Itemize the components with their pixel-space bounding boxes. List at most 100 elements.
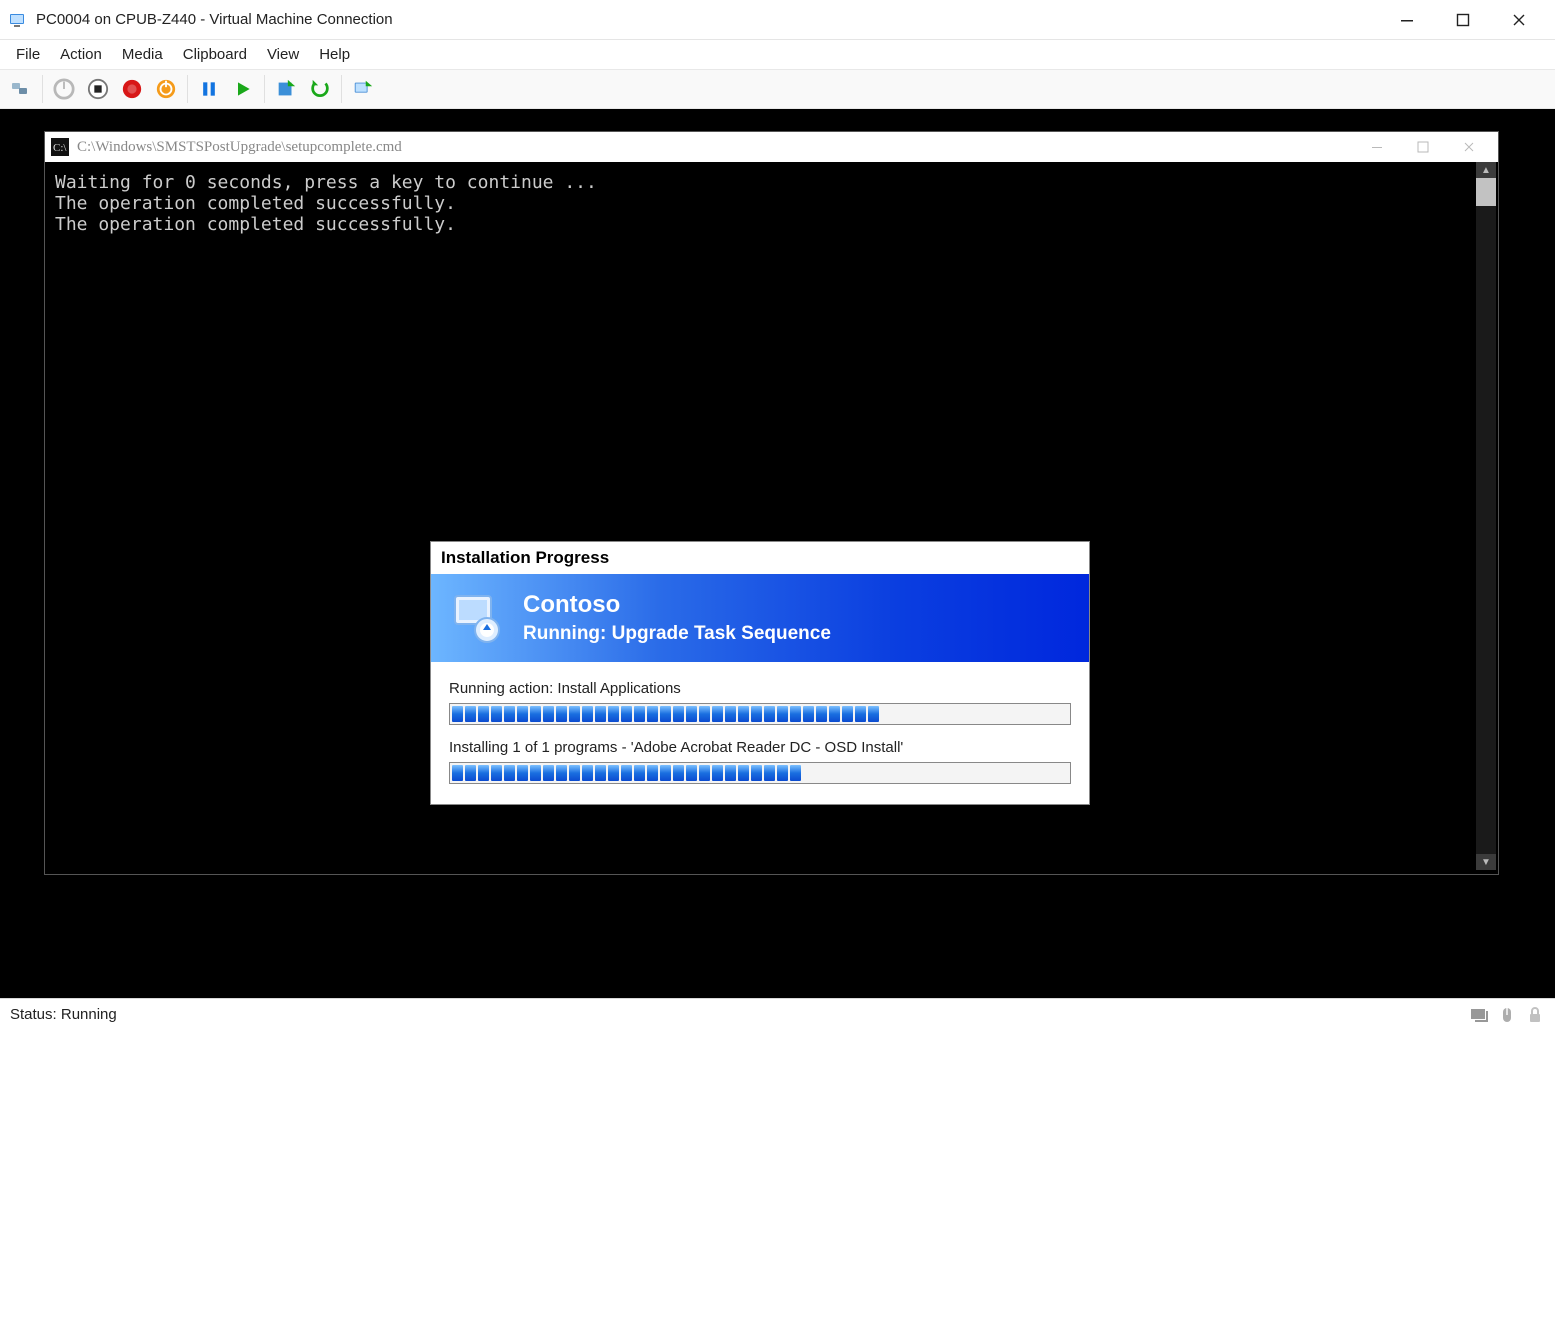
progress-segment bbox=[855, 706, 866, 722]
progress-segment bbox=[621, 765, 632, 781]
toolbar bbox=[0, 69, 1555, 109]
cmd-scroll-track[interactable] bbox=[1476, 178, 1496, 854]
progress-segment bbox=[582, 706, 593, 722]
install-dialog-title: Installation Progress bbox=[431, 542, 1089, 574]
turn-off-button[interactable] bbox=[49, 74, 79, 104]
cmd-line: The operation completed successfully. bbox=[55, 193, 456, 214]
progress-segment bbox=[816, 706, 827, 722]
enhanced-session-button[interactable] bbox=[348, 74, 378, 104]
progress-segment bbox=[842, 706, 853, 722]
progress-segment bbox=[699, 706, 710, 722]
install-banner-icon bbox=[447, 588, 507, 648]
vm-display[interactable]: C:\ C:\Windows\SMSTSPostUpgrade\setupcom… bbox=[0, 109, 1555, 998]
menu-help[interactable]: Help bbox=[311, 44, 358, 65]
minimize-button[interactable] bbox=[1379, 0, 1435, 40]
cmd-titlebar[interactable]: C:\ C:\Windows\SMSTSPostUpgrade\setupcom… bbox=[45, 132, 1498, 162]
progress-segment bbox=[556, 706, 567, 722]
progress-segment bbox=[530, 706, 541, 722]
progress-segment bbox=[725, 706, 736, 722]
progress-segment bbox=[608, 765, 619, 781]
progress-segment bbox=[582, 765, 593, 781]
pause-button[interactable] bbox=[194, 74, 224, 104]
cmd-close-button[interactable] bbox=[1446, 132, 1492, 162]
progress-segment bbox=[569, 765, 580, 781]
cmd-minimize-button[interactable] bbox=[1354, 132, 1400, 162]
progress-segment bbox=[543, 706, 554, 722]
progress-segment bbox=[634, 706, 645, 722]
checkpoint-button[interactable] bbox=[271, 74, 301, 104]
progress-segment bbox=[660, 706, 671, 722]
cmd-scroll-thumb[interactable] bbox=[1476, 178, 1496, 206]
progress-segment bbox=[517, 706, 528, 722]
progress-segment bbox=[738, 765, 749, 781]
progress-segment bbox=[569, 706, 580, 722]
progress-segment bbox=[517, 765, 528, 781]
close-button[interactable] bbox=[1491, 0, 1547, 40]
menu-view[interactable]: View bbox=[259, 44, 307, 65]
progress-segment bbox=[712, 765, 723, 781]
install-sub-progress bbox=[449, 762, 1071, 784]
progress-segment bbox=[478, 765, 489, 781]
progress-segment bbox=[738, 706, 749, 722]
save-button[interactable] bbox=[117, 74, 147, 104]
progress-segment bbox=[504, 765, 515, 781]
scroll-up-arrow-icon[interactable]: ▲ bbox=[1476, 162, 1496, 178]
progress-segment bbox=[647, 765, 658, 781]
progress-segment bbox=[478, 706, 489, 722]
install-action-label: Running action: Install Applications bbox=[449, 680, 1071, 697]
progress-segment bbox=[504, 706, 515, 722]
progress-segment bbox=[647, 706, 658, 722]
maximize-button[interactable] bbox=[1435, 0, 1491, 40]
ctrl-alt-del-button[interactable] bbox=[6, 74, 36, 104]
progress-segment bbox=[829, 706, 840, 722]
progress-segment bbox=[686, 765, 697, 781]
progress-segment bbox=[790, 765, 801, 781]
install-action-progress bbox=[449, 703, 1071, 725]
progress-segment bbox=[556, 765, 567, 781]
menu-action[interactable]: Action bbox=[52, 44, 110, 65]
progress-segment bbox=[764, 706, 775, 722]
status-text: Status: Running bbox=[10, 1006, 1469, 1023]
install-dialog-banner: Contoso Running: Upgrade Task Sequence bbox=[431, 574, 1089, 662]
shut-down-button[interactable] bbox=[83, 74, 113, 104]
progress-segment bbox=[634, 765, 645, 781]
progress-segment bbox=[621, 706, 632, 722]
progress-segment bbox=[868, 706, 879, 722]
progress-segment bbox=[491, 706, 502, 722]
start-button[interactable] bbox=[228, 74, 258, 104]
cmd-scrollbar[interactable]: ▲ ▼ bbox=[1476, 162, 1496, 870]
display-config-icon[interactable] bbox=[1469, 1005, 1489, 1025]
progress-segment bbox=[530, 765, 541, 781]
progress-segment bbox=[452, 765, 463, 781]
progress-segment bbox=[608, 706, 619, 722]
progress-segment bbox=[777, 765, 788, 781]
cmd-icon: C:\ bbox=[51, 138, 69, 156]
titlebar: PC0004 on CPUB-Z440 - Virtual Machine Co… bbox=[0, 0, 1555, 40]
window-controls bbox=[1379, 0, 1547, 40]
svg-text:C:\: C:\ bbox=[53, 142, 67, 154]
progress-segment bbox=[452, 706, 463, 722]
progress-segment bbox=[491, 765, 502, 781]
cmd-line: The operation completed successfully. bbox=[55, 214, 456, 235]
progress-segment bbox=[673, 765, 684, 781]
progress-segment bbox=[777, 706, 788, 722]
progress-segment bbox=[725, 765, 736, 781]
menubar: File Action Media Clipboard View Help bbox=[0, 40, 1555, 69]
progress-segment bbox=[673, 706, 684, 722]
app-icon bbox=[8, 10, 28, 30]
progress-segment bbox=[751, 706, 762, 722]
cmd-maximize-button[interactable] bbox=[1400, 132, 1446, 162]
reset-button[interactable] bbox=[151, 74, 181, 104]
menu-media[interactable]: Media bbox=[114, 44, 171, 65]
progress-segment bbox=[660, 765, 671, 781]
progress-segment bbox=[465, 706, 476, 722]
install-sub-label: Installing 1 of 1 programs - 'Adobe Acro… bbox=[449, 739, 1071, 756]
menu-file[interactable]: File bbox=[8, 44, 48, 65]
cmd-title: C:\Windows\SMSTSPostUpgrade\setupcomplet… bbox=[77, 139, 402, 156]
progress-segment bbox=[764, 765, 775, 781]
menu-clipboard[interactable]: Clipboard bbox=[175, 44, 255, 65]
progress-segment bbox=[465, 765, 476, 781]
revert-button[interactable] bbox=[305, 74, 335, 104]
install-org-name: Contoso bbox=[523, 591, 831, 619]
scroll-down-arrow-icon[interactable]: ▼ bbox=[1476, 854, 1496, 870]
